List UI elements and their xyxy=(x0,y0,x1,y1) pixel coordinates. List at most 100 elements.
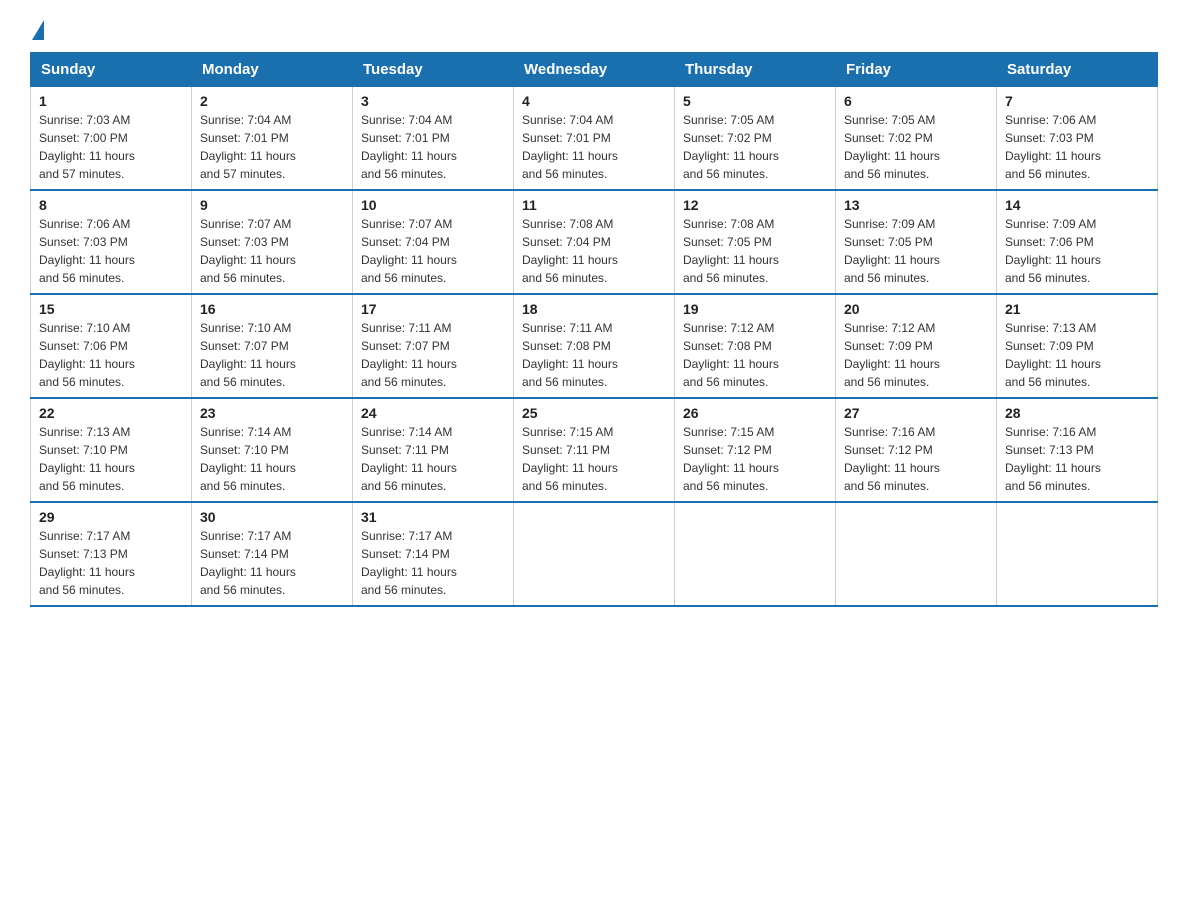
day-info: Sunrise: 7:12 AM Sunset: 7:09 PM Dayligh… xyxy=(844,319,988,391)
day-info: Sunrise: 7:06 AM Sunset: 7:03 PM Dayligh… xyxy=(39,215,183,287)
week-row-4: 22 Sunrise: 7:13 AM Sunset: 7:10 PM Dayl… xyxy=(31,398,1158,502)
header-wednesday: Wednesday xyxy=(514,53,675,87)
day-number: 5 xyxy=(683,93,827,109)
day-cell: 11 Sunrise: 7:08 AM Sunset: 7:04 PM Dayl… xyxy=(514,190,675,294)
day-info: Sunrise: 7:04 AM Sunset: 7:01 PM Dayligh… xyxy=(522,111,666,183)
day-info: Sunrise: 7:10 AM Sunset: 7:06 PM Dayligh… xyxy=(39,319,183,391)
day-number: 24 xyxy=(361,405,505,421)
day-info: Sunrise: 7:14 AM Sunset: 7:10 PM Dayligh… xyxy=(200,423,344,495)
header-tuesday: Tuesday xyxy=(353,53,514,87)
day-info: Sunrise: 7:04 AM Sunset: 7:01 PM Dayligh… xyxy=(200,111,344,183)
day-cell: 15 Sunrise: 7:10 AM Sunset: 7:06 PM Dayl… xyxy=(31,294,192,398)
day-number: 10 xyxy=(361,197,505,213)
day-number: 3 xyxy=(361,93,505,109)
day-cell: 28 Sunrise: 7:16 AM Sunset: 7:13 PM Dayl… xyxy=(997,398,1158,502)
day-info: Sunrise: 7:16 AM Sunset: 7:13 PM Dayligh… xyxy=(1005,423,1149,495)
header-sunday: Sunday xyxy=(31,53,192,87)
calendar-header-row: SundayMondayTuesdayWednesdayThursdayFrid… xyxy=(31,53,1158,87)
day-info: Sunrise: 7:13 AM Sunset: 7:09 PM Dayligh… xyxy=(1005,319,1149,391)
day-number: 4 xyxy=(522,93,666,109)
day-cell: 12 Sunrise: 7:08 AM Sunset: 7:05 PM Dayl… xyxy=(675,190,836,294)
day-cell: 24 Sunrise: 7:14 AM Sunset: 7:11 PM Dayl… xyxy=(353,398,514,502)
day-cell xyxy=(836,502,997,606)
day-cell: 16 Sunrise: 7:10 AM Sunset: 7:07 PM Dayl… xyxy=(192,294,353,398)
day-cell: 19 Sunrise: 7:12 AM Sunset: 7:08 PM Dayl… xyxy=(675,294,836,398)
day-cell: 25 Sunrise: 7:15 AM Sunset: 7:11 PM Dayl… xyxy=(514,398,675,502)
day-info: Sunrise: 7:10 AM Sunset: 7:07 PM Dayligh… xyxy=(200,319,344,391)
day-cell: 9 Sunrise: 7:07 AM Sunset: 7:03 PM Dayli… xyxy=(192,190,353,294)
day-cell: 18 Sunrise: 7:11 AM Sunset: 7:08 PM Dayl… xyxy=(514,294,675,398)
day-number: 29 xyxy=(39,509,183,525)
day-cell: 31 Sunrise: 7:17 AM Sunset: 7:14 PM Dayl… xyxy=(353,502,514,606)
page-header xyxy=(30,20,1158,42)
day-cell: 7 Sunrise: 7:06 AM Sunset: 7:03 PM Dayli… xyxy=(997,87,1158,191)
logo xyxy=(30,20,44,42)
day-cell: 5 Sunrise: 7:05 AM Sunset: 7:02 PM Dayli… xyxy=(675,87,836,191)
day-info: Sunrise: 7:05 AM Sunset: 7:02 PM Dayligh… xyxy=(844,111,988,183)
day-info: Sunrise: 7:16 AM Sunset: 7:12 PM Dayligh… xyxy=(844,423,988,495)
day-cell: 6 Sunrise: 7:05 AM Sunset: 7:02 PM Dayli… xyxy=(836,87,997,191)
day-info: Sunrise: 7:15 AM Sunset: 7:12 PM Dayligh… xyxy=(683,423,827,495)
day-number: 9 xyxy=(200,197,344,213)
day-cell xyxy=(675,502,836,606)
day-cell: 8 Sunrise: 7:06 AM Sunset: 7:03 PM Dayli… xyxy=(31,190,192,294)
day-number: 31 xyxy=(361,509,505,525)
week-row-1: 1 Sunrise: 7:03 AM Sunset: 7:00 PM Dayli… xyxy=(31,87,1158,191)
day-number: 6 xyxy=(844,93,988,109)
day-number: 21 xyxy=(1005,301,1149,317)
day-cell: 2 Sunrise: 7:04 AM Sunset: 7:01 PM Dayli… xyxy=(192,87,353,191)
week-row-2: 8 Sunrise: 7:06 AM Sunset: 7:03 PM Dayli… xyxy=(31,190,1158,294)
day-number: 18 xyxy=(522,301,666,317)
header-thursday: Thursday xyxy=(675,53,836,87)
day-cell: 23 Sunrise: 7:14 AM Sunset: 7:10 PM Dayl… xyxy=(192,398,353,502)
day-cell: 4 Sunrise: 7:04 AM Sunset: 7:01 PM Dayli… xyxy=(514,87,675,191)
day-cell: 30 Sunrise: 7:17 AM Sunset: 7:14 PM Dayl… xyxy=(192,502,353,606)
day-info: Sunrise: 7:06 AM Sunset: 7:03 PM Dayligh… xyxy=(1005,111,1149,183)
day-number: 2 xyxy=(200,93,344,109)
day-number: 13 xyxy=(844,197,988,213)
day-info: Sunrise: 7:05 AM Sunset: 7:02 PM Dayligh… xyxy=(683,111,827,183)
day-info: Sunrise: 7:14 AM Sunset: 7:11 PM Dayligh… xyxy=(361,423,505,495)
day-info: Sunrise: 7:17 AM Sunset: 7:14 PM Dayligh… xyxy=(361,527,505,599)
day-number: 16 xyxy=(200,301,344,317)
header-saturday: Saturday xyxy=(997,53,1158,87)
day-cell: 26 Sunrise: 7:15 AM Sunset: 7:12 PM Dayl… xyxy=(675,398,836,502)
day-number: 14 xyxy=(1005,197,1149,213)
day-info: Sunrise: 7:08 AM Sunset: 7:04 PM Dayligh… xyxy=(522,215,666,287)
header-friday: Friday xyxy=(836,53,997,87)
day-number: 30 xyxy=(200,509,344,525)
day-cell xyxy=(514,502,675,606)
day-number: 23 xyxy=(200,405,344,421)
day-number: 28 xyxy=(1005,405,1149,421)
day-info: Sunrise: 7:17 AM Sunset: 7:14 PM Dayligh… xyxy=(200,527,344,599)
day-cell: 10 Sunrise: 7:07 AM Sunset: 7:04 PM Dayl… xyxy=(353,190,514,294)
day-number: 22 xyxy=(39,405,183,421)
day-info: Sunrise: 7:03 AM Sunset: 7:00 PM Dayligh… xyxy=(39,111,183,183)
day-info: Sunrise: 7:15 AM Sunset: 7:11 PM Dayligh… xyxy=(522,423,666,495)
day-cell: 14 Sunrise: 7:09 AM Sunset: 7:06 PM Dayl… xyxy=(997,190,1158,294)
day-info: Sunrise: 7:11 AM Sunset: 7:07 PM Dayligh… xyxy=(361,319,505,391)
day-number: 8 xyxy=(39,197,183,213)
day-number: 27 xyxy=(844,405,988,421)
day-cell: 13 Sunrise: 7:09 AM Sunset: 7:05 PM Dayl… xyxy=(836,190,997,294)
day-cell: 29 Sunrise: 7:17 AM Sunset: 7:13 PM Dayl… xyxy=(31,502,192,606)
header-monday: Monday xyxy=(192,53,353,87)
day-number: 25 xyxy=(522,405,666,421)
day-number: 20 xyxy=(844,301,988,317)
week-row-5: 29 Sunrise: 7:17 AM Sunset: 7:13 PM Dayl… xyxy=(31,502,1158,606)
day-cell xyxy=(997,502,1158,606)
week-row-3: 15 Sunrise: 7:10 AM Sunset: 7:06 PM Dayl… xyxy=(31,294,1158,398)
day-info: Sunrise: 7:17 AM Sunset: 7:13 PM Dayligh… xyxy=(39,527,183,599)
day-info: Sunrise: 7:07 AM Sunset: 7:04 PM Dayligh… xyxy=(361,215,505,287)
day-number: 1 xyxy=(39,93,183,109)
day-number: 11 xyxy=(522,197,666,213)
day-cell: 1 Sunrise: 7:03 AM Sunset: 7:00 PM Dayli… xyxy=(31,87,192,191)
day-info: Sunrise: 7:04 AM Sunset: 7:01 PM Dayligh… xyxy=(361,111,505,183)
day-info: Sunrise: 7:13 AM Sunset: 7:10 PM Dayligh… xyxy=(39,423,183,495)
day-cell: 20 Sunrise: 7:12 AM Sunset: 7:09 PM Dayl… xyxy=(836,294,997,398)
day-number: 19 xyxy=(683,301,827,317)
day-info: Sunrise: 7:08 AM Sunset: 7:05 PM Dayligh… xyxy=(683,215,827,287)
day-number: 15 xyxy=(39,301,183,317)
day-cell: 3 Sunrise: 7:04 AM Sunset: 7:01 PM Dayli… xyxy=(353,87,514,191)
day-number: 7 xyxy=(1005,93,1149,109)
